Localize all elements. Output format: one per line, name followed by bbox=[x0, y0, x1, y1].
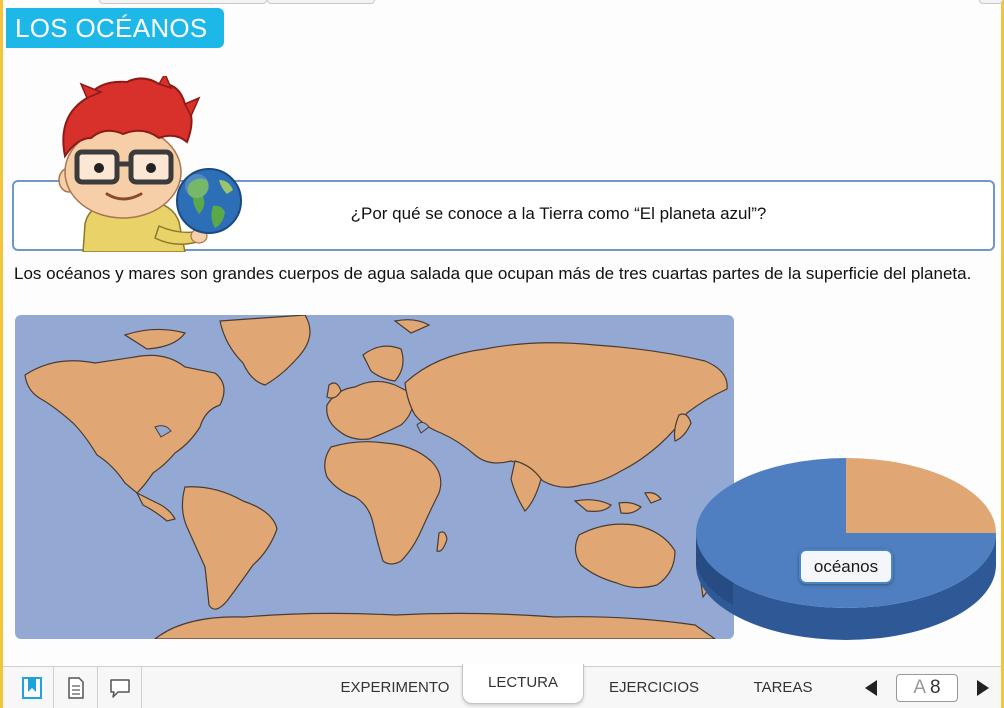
top-tab[interactable] bbox=[267, 0, 375, 4]
oceans-pie-chart bbox=[696, 458, 996, 640]
top-strip bbox=[3, 0, 1003, 4]
intro-paragraph: Los océanos y mares son grandes cuerpos … bbox=[14, 264, 972, 283]
bottom-toolbar: EXPERIMENTO LECTURA EJERCICIOS TAREAS A8 bbox=[3, 664, 1001, 708]
comment-button[interactable] bbox=[98, 667, 142, 708]
tab-experimento[interactable]: EXPERIMENTO bbox=[335, 667, 455, 708]
document-icon bbox=[67, 677, 84, 699]
page-title: LOS OCÉANOS bbox=[6, 8, 224, 48]
document-button[interactable] bbox=[54, 667, 98, 708]
prev-page-arrow-icon[interactable] bbox=[865, 680, 877, 696]
world-map-drawing bbox=[24, 315, 728, 639]
tab-tareas[interactable]: TAREAS bbox=[731, 667, 835, 708]
top-tab[interactable] bbox=[979, 0, 1003, 4]
page-indicator[interactable]: A8 bbox=[896, 674, 958, 702]
top-tab[interactable] bbox=[99, 0, 267, 4]
page-prefix: A bbox=[913, 677, 927, 698]
tab-lectura[interactable]: LECTURA bbox=[462, 664, 584, 704]
next-page-arrow-icon[interactable] bbox=[977, 680, 989, 696]
bookmark-icon bbox=[21, 677, 42, 699]
page-number: 8 bbox=[930, 677, 941, 698]
comment-icon bbox=[109, 679, 130, 698]
pie-slice-land bbox=[846, 458, 996, 533]
boy-with-globe-illustration bbox=[58, 76, 242, 252]
world-map bbox=[15, 315, 734, 639]
tab-ejercicios[interactable]: EJERCICIOS bbox=[595, 667, 713, 708]
bookmark-button[interactable] bbox=[10, 667, 54, 708]
pie-label-oceans: océanos bbox=[799, 549, 893, 584]
